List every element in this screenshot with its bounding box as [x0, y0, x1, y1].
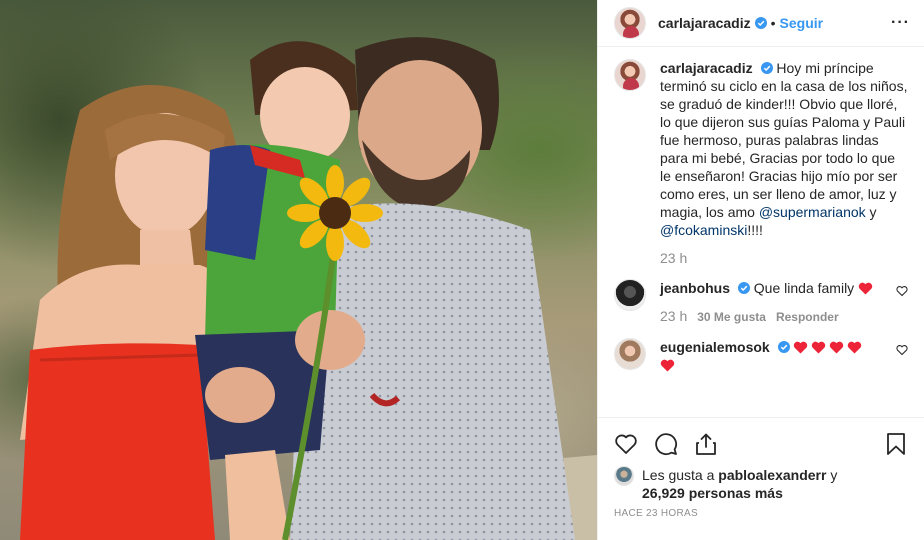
comment-avatar[interactable] [614, 338, 646, 370]
red-heart-emoji-icon [848, 341, 862, 354]
comment-like-count[interactable]: 30 Me gusta [697, 308, 766, 326]
liker-username[interactable]: pabloalexanderr [718, 467, 826, 483]
comment-item: jeanbohus Que linda family 23 h 30 Me gu… [614, 279, 908, 326]
red-heart-emoji-icon [858, 282, 873, 295]
author-username[interactable]: carlajaracadiz [658, 15, 751, 31]
red-heart-emoji-icon [794, 341, 808, 354]
follow-button[interactable]: Seguir [780, 15, 824, 31]
comment-username[interactable]: eugenialemosok [660, 339, 770, 355]
caption-time[interactable]: 23 h [660, 249, 687, 267]
red-heart-emoji-icon [812, 341, 826, 354]
likes-summary: Les gusta a pabloalexanderr y 26,929 per… [614, 466, 908, 502]
comments-list[interactable]: carlajaracadiz Hoy mi príncipe terminó s… [598, 59, 924, 417]
mention-fcokaminski[interactable]: @fcokaminski [660, 222, 747, 238]
comment-bubble-icon[interactable] [654, 432, 678, 456]
post-sidebar: carlajaracadiz • Seguir ··· carlajaracad… [597, 0, 924, 540]
liker-avatar[interactable] [614, 466, 634, 486]
verified-badge-icon [737, 282, 750, 294]
family-photo-illustration [20, 37, 597, 540]
comment-text: Que linda family [753, 280, 855, 296]
post-photo[interactable] [0, 0, 597, 540]
caption-tail: !!!! [747, 222, 763, 238]
like-heart-icon[interactable] [614, 432, 638, 456]
caption-username[interactable]: carlajaracadiz [660, 60, 753, 76]
red-heart-emoji-icon [660, 359, 675, 372]
post-header: carlajaracadiz • Seguir ··· [598, 0, 924, 47]
comment-item: eugenialemosok [614, 338, 908, 374]
verified-badge-icon [760, 62, 773, 74]
caption: carlajaracadiz Hoy mi príncipe terminó s… [614, 59, 908, 267]
comment-avatar[interactable] [614, 279, 646, 311]
verified-badge-icon [754, 17, 767, 29]
likes-joiner: y [826, 467, 838, 483]
mention-supermarianok[interactable]: @supermarianok [759, 204, 866, 220]
post-timestamp[interactable]: HACE 23 HORAS [614, 508, 908, 519]
like-comment-heart-icon[interactable] [896, 344, 908, 356]
reply-button[interactable]: Responder [776, 308, 839, 326]
author-avatar[interactable] [614, 7, 646, 39]
post-actions: Les gusta a pabloalexanderr y 26,929 per… [598, 417, 924, 519]
red-heart-emoji-icon [830, 341, 844, 354]
comment-username[interactable]: jeanbohus [660, 280, 730, 296]
caption-joiner: y [865, 204, 877, 220]
likes-prefix: Les gusta a [642, 467, 719, 483]
likes-count[interactable]: 26,929 personas más [642, 485, 783, 501]
save-bookmark-icon[interactable] [884, 432, 908, 456]
header-separator: • [770, 15, 776, 31]
comment-time[interactable]: 23 h [660, 307, 687, 325]
share-icon[interactable] [694, 432, 718, 456]
caption-avatar[interactable] [614, 59, 646, 91]
like-comment-heart-icon[interactable] [896, 285, 908, 297]
caption-text: Hoy mi príncipe terminó su ciclo en la c… [660, 60, 908, 220]
more-options-icon[interactable]: ··· [891, 14, 910, 32]
verified-badge-icon [777, 341, 790, 353]
